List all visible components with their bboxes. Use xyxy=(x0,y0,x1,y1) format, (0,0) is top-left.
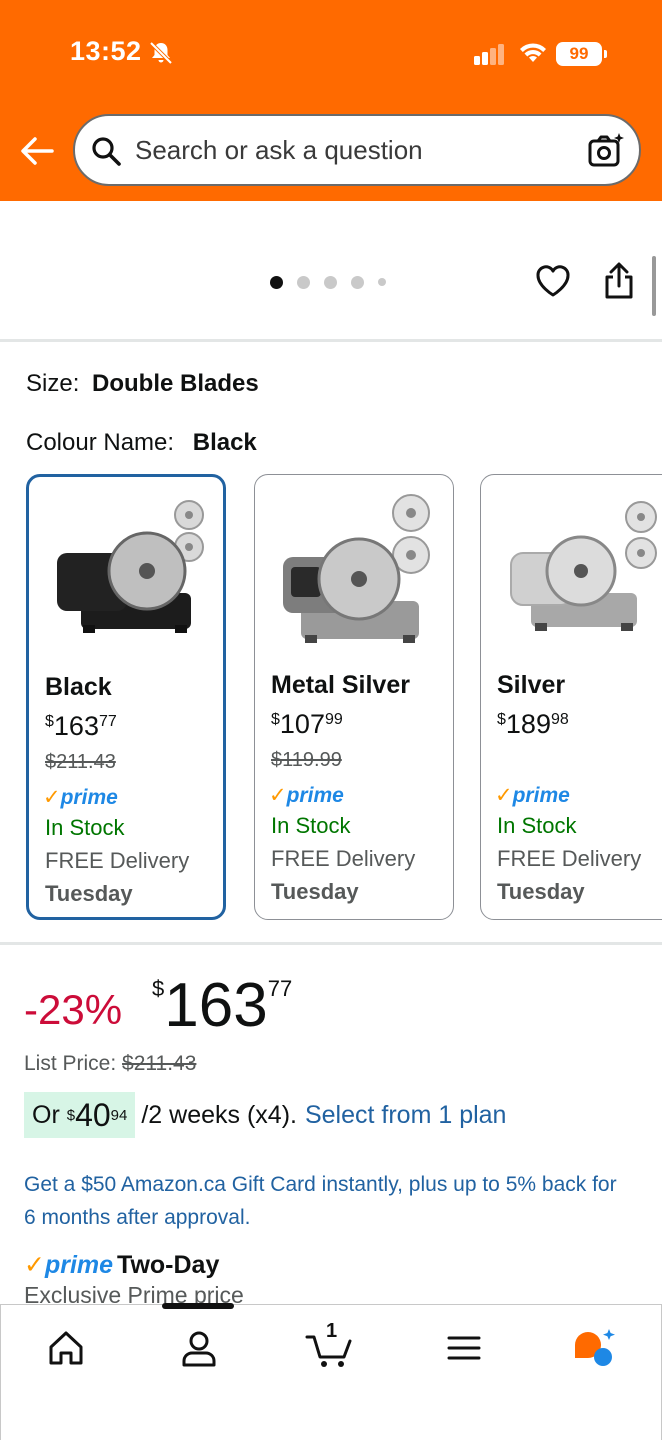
prime-shipping: Two-Day xyxy=(117,1251,220,1279)
heart-icon[interactable] xyxy=(534,262,572,300)
search-bar[interactable] xyxy=(73,114,641,186)
carousel-dots[interactable] xyxy=(270,275,386,289)
status-time: 13:52 xyxy=(70,36,142,66)
variant-name: Silver xyxy=(497,671,566,699)
top-bar: 13:52 99 xyxy=(0,0,662,201)
home-icon[interactable] xyxy=(45,1327,87,1369)
product-image xyxy=(510,501,657,631)
active-tab-indicator xyxy=(162,1303,234,1309)
prime-two-day: ✓prime Two-Day xyxy=(24,1250,219,1280)
stock-status: In Stock xyxy=(271,813,351,838)
variant-list-price: $119.99 xyxy=(271,749,342,771)
prime-badge: ✓prime xyxy=(495,784,570,807)
variant-card-silver[interactable]: Silver $18998 ✓prime In Stock FREE Deliv… xyxy=(480,474,662,920)
colour-row: Colour Name: Black xyxy=(26,429,257,457)
scrollbar[interactable] xyxy=(652,256,656,316)
carousel-dot[interactable] xyxy=(378,278,386,286)
prime-badge: ✓prime xyxy=(269,784,344,807)
current-price: $16377 xyxy=(152,970,292,1041)
product-image xyxy=(283,494,430,643)
variant-name: Black xyxy=(45,673,112,701)
exclusive-prime-price: Exclusive Prime price xyxy=(24,1282,244,1304)
delivery-label: FREE Delivery xyxy=(45,848,190,873)
installment-terms: /2 weeks (x4). xyxy=(141,1100,297,1129)
account-icon[interactable] xyxy=(178,1327,220,1369)
list-price-value: $211.43 xyxy=(122,1052,197,1075)
delivery-label: FREE Delivery xyxy=(497,846,642,871)
check-icon: ✓ xyxy=(43,786,61,809)
colour-label: Colour Name: xyxy=(26,429,175,456)
price-whole: 163 xyxy=(164,971,268,1040)
carousel-dot[interactable] xyxy=(297,275,310,289)
variant-price: $18998 xyxy=(497,709,569,739)
size-label: Size: xyxy=(26,370,80,397)
variant-list-price: $211.43 xyxy=(45,751,116,773)
carousel-dot[interactable] xyxy=(324,275,337,289)
share-icon[interactable] xyxy=(602,262,636,300)
rufus-assistant-icon[interactable] xyxy=(571,1327,617,1369)
delivery-day: Tuesday xyxy=(45,881,133,906)
carousel-dot-active[interactable] xyxy=(270,275,283,289)
menu-icon[interactable] xyxy=(443,1327,485,1369)
gift-card-offer-link[interactable]: Get a $50 Amazon.ca Gift Card instantly,… xyxy=(24,1168,634,1234)
stock-status: In Stock xyxy=(45,815,125,840)
size-row: Size: Double Blades xyxy=(26,370,259,398)
divider xyxy=(0,339,662,342)
check-icon: ✓ xyxy=(495,784,513,807)
installment-amount: Or $40 94 xyxy=(24,1092,136,1138)
price-currency: $ xyxy=(152,976,165,1001)
variant-name: Metal Silver xyxy=(271,671,410,699)
colour-value: Black xyxy=(192,429,257,456)
prime-logo: prime xyxy=(44,1251,114,1279)
search-icon xyxy=(92,137,121,166)
check-icon: ✓ xyxy=(24,1251,45,1279)
prime-badge: ✓prime xyxy=(43,786,118,809)
search-input[interactable] xyxy=(135,128,575,172)
select-plan-link[interactable]: Select from 1 plan xyxy=(305,1101,507,1130)
battery-icon: 99 xyxy=(556,42,607,66)
price-fraction: 77 xyxy=(267,976,293,1001)
product-image xyxy=(57,500,204,633)
back-arrow-icon[interactable] xyxy=(18,134,56,168)
check-icon: ✓ xyxy=(269,784,287,807)
variant-card-metal-silver[interactable]: Metal Silver $10799 $119.99 ✓prime In St… xyxy=(254,474,454,920)
delivery-day: Tuesday xyxy=(497,879,585,904)
camera-search-icon[interactable] xyxy=(587,132,625,170)
signal-icon xyxy=(474,44,504,65)
wifi-icon xyxy=(520,43,546,62)
bell-muted-icon xyxy=(149,41,173,65)
discount-percent: -23% xyxy=(24,986,123,1033)
list-price: List Price: $211.43 xyxy=(24,1052,197,1075)
delivery-label: FREE Delivery xyxy=(271,846,416,871)
variant-price: $16377 xyxy=(45,711,117,741)
variant-price: $10799 xyxy=(271,709,343,739)
variant-card-black[interactable]: Black $16377 $211.43 ✓prime In Stock FRE… xyxy=(26,474,226,920)
delivery-day: Tuesday xyxy=(271,879,359,904)
installment-offer: Or $40 94 /2 weeks (x4). Select from 1 pl… xyxy=(24,1092,506,1138)
size-value: Double Blades xyxy=(92,370,259,397)
divider xyxy=(0,942,662,945)
carousel-dot[interactable] xyxy=(351,275,364,289)
cart-count-badge: 1 xyxy=(326,1320,338,1342)
stock-status: In Stock xyxy=(497,813,577,838)
